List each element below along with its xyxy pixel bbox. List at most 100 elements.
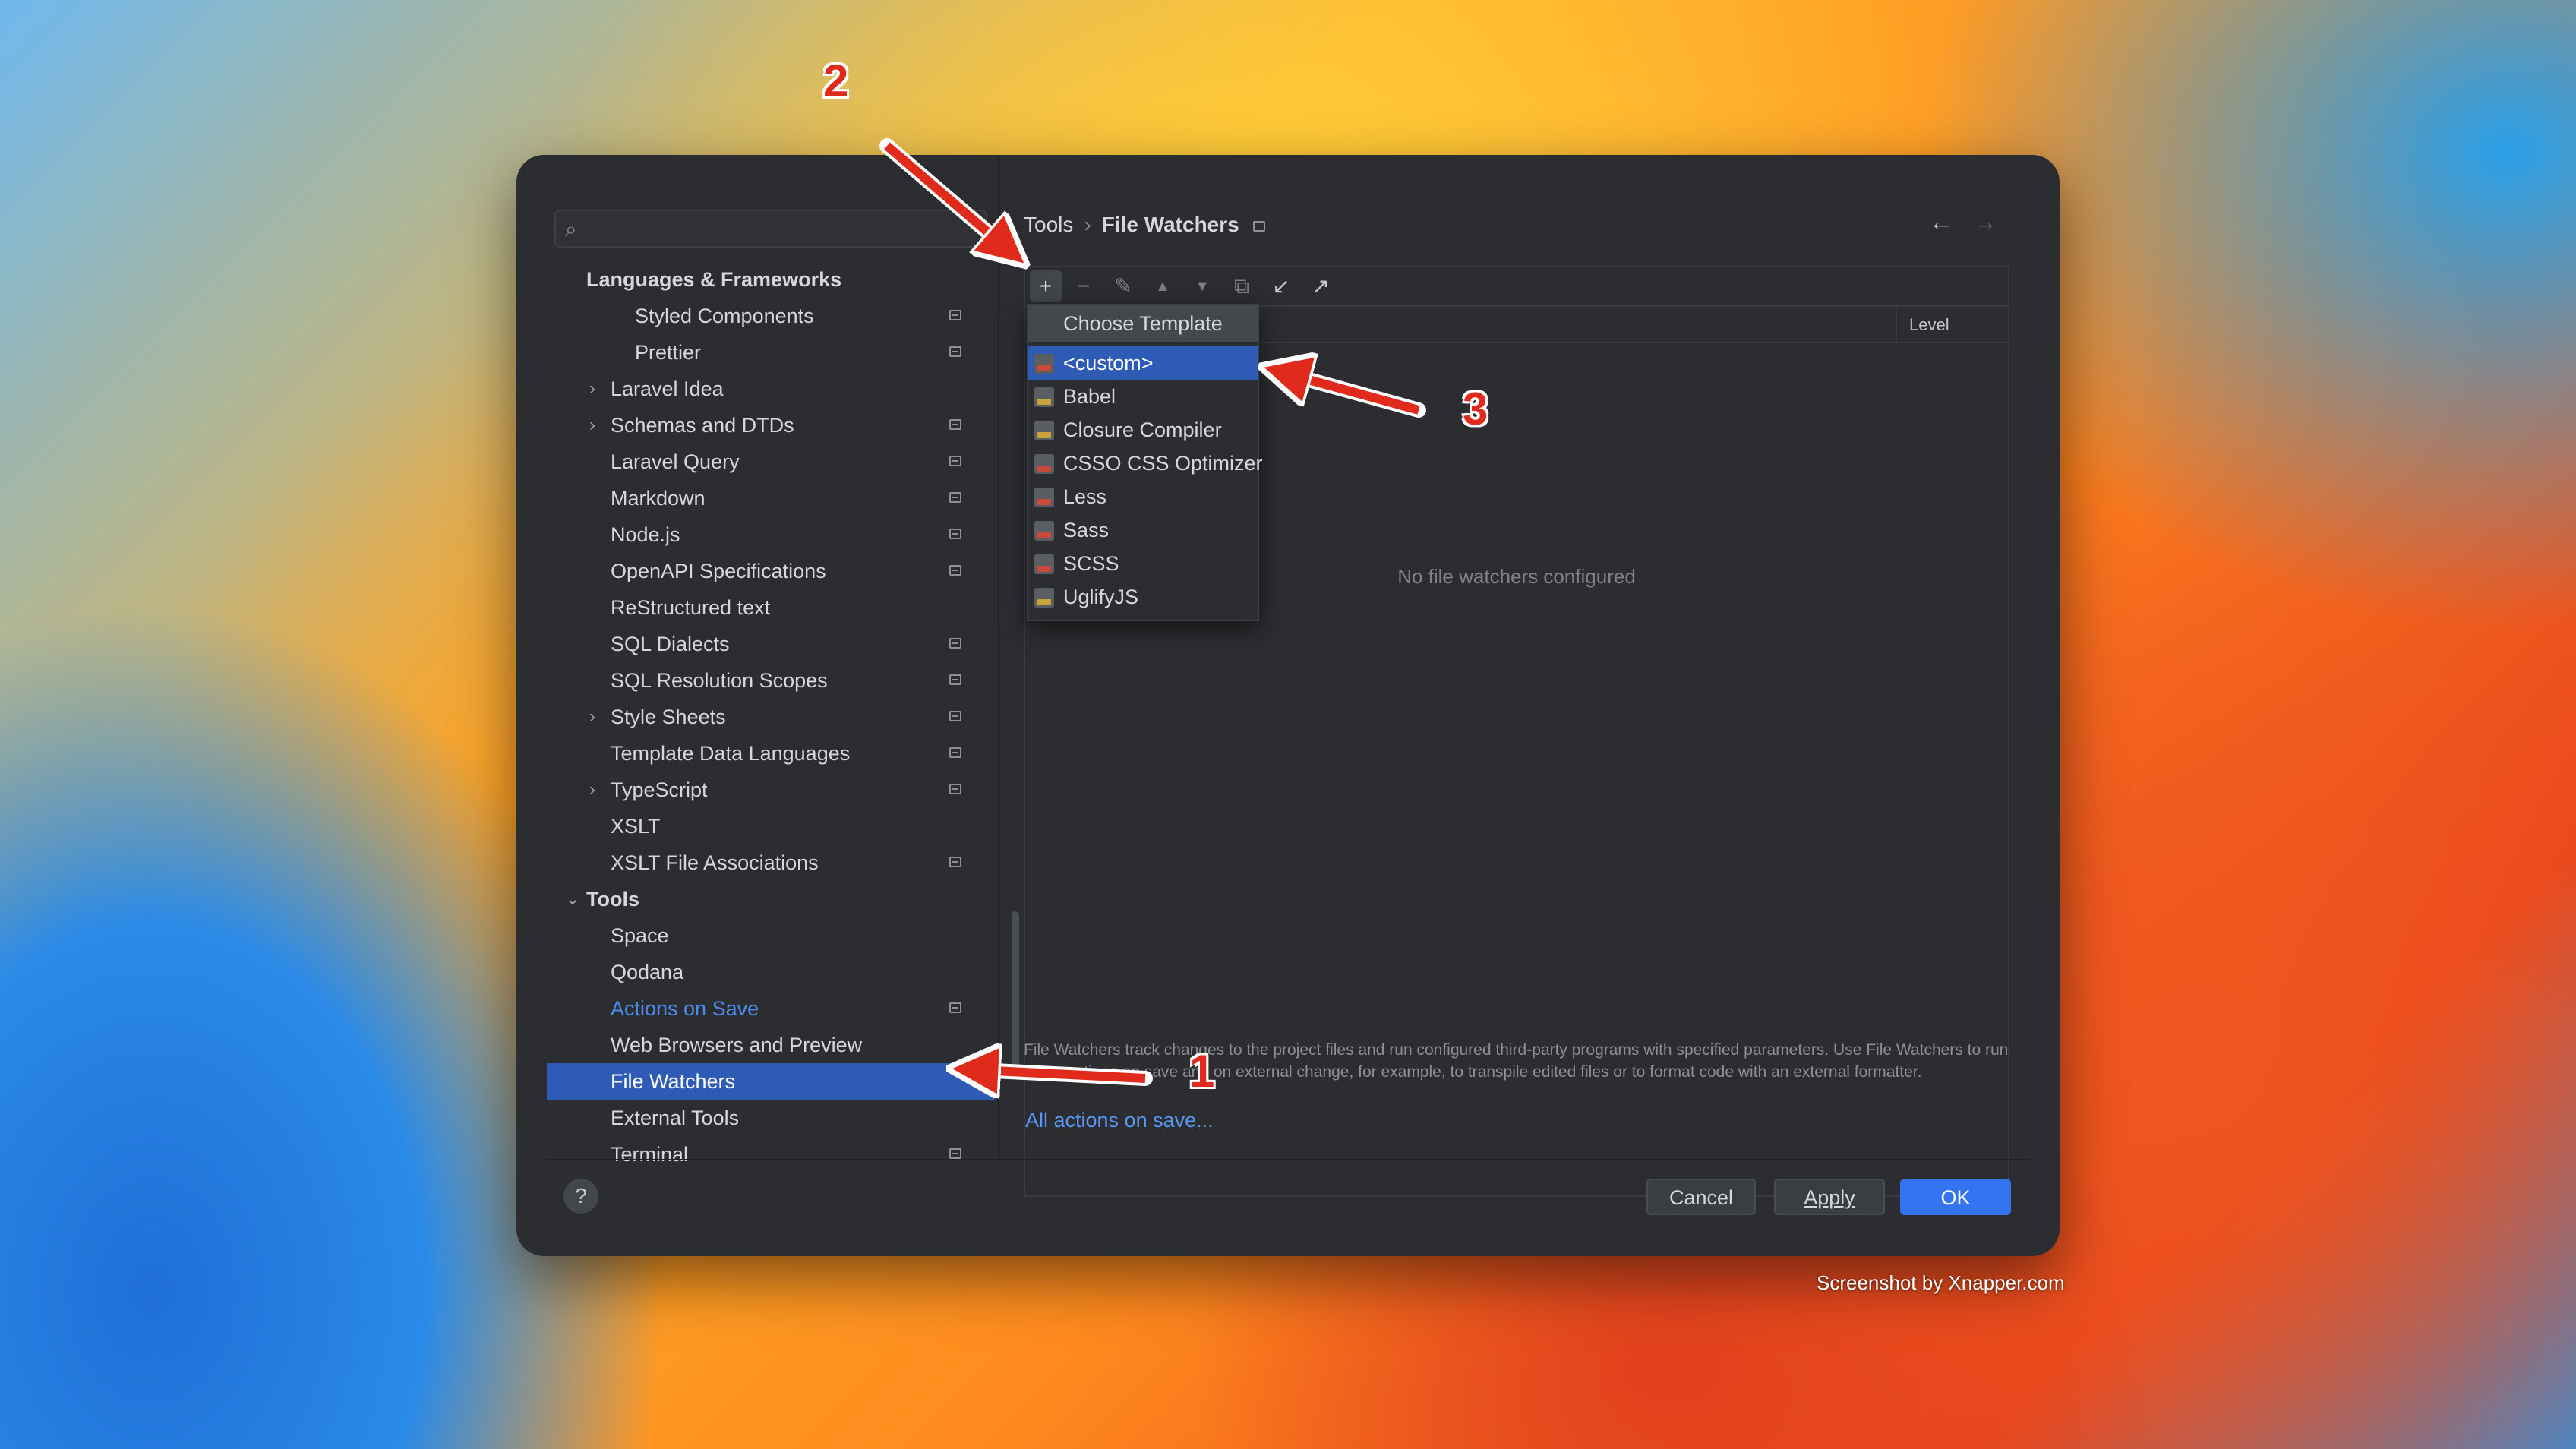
sidebar-item[interactable]: XSLT File Associations — [547, 844, 995, 881]
breadcrumb-parent[interactable]: Tools — [1024, 213, 1073, 236]
sidebar-item[interactable]: Space — [547, 917, 995, 954]
settings-tree: Languages & Frameworks Styled Components P… — [547, 261, 995, 1173]
help-button[interactable]: ? — [564, 1179, 598, 1214]
sidebar-item-label: XSLT File Associations — [611, 851, 819, 874]
export-button[interactable]: ↗ — [1305, 270, 1337, 302]
copy-watcher-button[interactable]: ⧉ — [1226, 270, 1258, 302]
pin-icon — [949, 419, 961, 430]
pin-icon — [949, 638, 961, 649]
ok-button[interactable]: OK — [1900, 1179, 2011, 1215]
sidebar-item[interactable]: Prettier — [547, 334, 995, 371]
sidebar-item[interactable]: Actions on Save — [547, 990, 995, 1027]
sidebar-item-label: SQL Resolution Scopes — [611, 669, 828, 692]
sidebar-item-label: External Tools — [611, 1106, 740, 1129]
forward-arrow-icon[interactable]: → — [1973, 208, 1997, 235]
apply-button[interactable]: Apply — [1774, 1179, 1885, 1215]
sidebar-item[interactable]: OpenAPI Specifications — [547, 553, 995, 589]
choose-template-popup: Choose Template <custom> Babel Closure Com… — [1027, 304, 1263, 621]
move-down-button[interactable]: ▼ — [1186, 270, 1218, 302]
panel-divider — [998, 155, 999, 1160]
sidebar-item[interactable]: File Watchers — [547, 1063, 995, 1100]
pin-icon — [949, 857, 961, 867]
chevron-right-icon[interactable]: › — [589, 772, 595, 808]
footer-divider — [547, 1159, 2029, 1160]
pin-icon — [949, 711, 961, 721]
level-column-header[interactable]: Level — [1896, 307, 1949, 343]
description-text: File Watchers track changes to the proje… — [1024, 1041, 2009, 1081]
sidebar-item[interactable]: Markdown — [547, 480, 995, 516]
move-up-button[interactable]: ▲ — [1147, 270, 1179, 302]
sidebar-item[interactable]: › Schemas and DTDs — [547, 407, 995, 444]
settings-sidebar: ⌕ Languages & Frameworks Styled Component… — [547, 197, 1019, 1166]
sidebar-item-label: SQL Dialects — [611, 633, 730, 655]
sidebar-item[interactable]: XSLT — [547, 808, 995, 844]
settings-dialog: ⌕ Languages & Frameworks Styled Component… — [516, 155, 2060, 1256]
pin-icon — [949, 346, 961, 357]
chevron-right-icon[interactable]: › — [589, 699, 595, 735]
pin-icon — [949, 492, 961, 503]
breadcrumb-separator: › — [1084, 213, 1091, 236]
sass-file-icon — [1034, 554, 1054, 574]
sidebar-item[interactable]: ReStructured text — [547, 589, 995, 626]
pin-icon — [1252, 220, 1265, 232]
add-watcher-button[interactable]: + — [1030, 270, 1062, 302]
sidebar-item[interactable]: External Tools — [547, 1100, 995, 1136]
sidebar-item-label: Terminal — [611, 1143, 689, 1166]
template-item[interactable]: Closure Compiler — [1028, 413, 1258, 447]
annotation-number-1: 1 — [1189, 1046, 1215, 1097]
sidebar-item[interactable]: Laravel Query — [547, 444, 995, 480]
sidebar-item[interactable]: Languages & Frameworks — [547, 261, 995, 298]
sidebar-item[interactable]: ⌄ Tools — [547, 881, 995, 917]
sass-file-icon — [1034, 521, 1054, 541]
sidebar-item-label: Laravel Query — [611, 450, 740, 473]
chevron-right-icon[interactable]: › — [589, 407, 595, 444]
pin-icon — [949, 1002, 961, 1013]
cancel-button[interactable]: Cancel — [1646, 1179, 1756, 1215]
sidebar-item-label: Tools — [586, 888, 639, 911]
sidebar-item-label: Template Data Languages — [611, 742, 851, 765]
sidebar-item[interactable]: Node.js — [547, 516, 995, 553]
sidebar-item[interactable]: Qodana — [547, 954, 995, 990]
sidebar-item[interactable]: SQL Dialects — [547, 626, 995, 662]
import-button[interactable]: ↙ — [1265, 270, 1297, 302]
template-item[interactable]: Less — [1028, 480, 1258, 513]
sidebar-item[interactable]: › TypeScript — [547, 772, 995, 808]
template-item[interactable]: CSSO CSS Optimizer — [1028, 447, 1263, 480]
annotation-number-2: 2 — [823, 55, 849, 106]
back-arrow-icon[interactable]: ← — [1929, 208, 1953, 235]
remove-watcher-button[interactable]: − — [1068, 270, 1100, 302]
template-item[interactable]: Sass — [1028, 513, 1258, 547]
settings-search-input[interactable]: ⌕ — [554, 210, 987, 248]
edit-watcher-button[interactable]: ✎ — [1107, 270, 1139, 302]
popup-title: Choose Template — [1028, 305, 1258, 342]
template-item-label: Babel — [1063, 385, 1116, 408]
sidebar-item-label: Markdown — [611, 487, 706, 510]
sidebar-scrollbar[interactable] — [1012, 911, 1019, 1071]
sidebar-item[interactable]: Template Data Languages — [547, 735, 995, 772]
sidebar-item[interactable]: SQL Resolution Scopes — [547, 662, 995, 699]
js-file-icon — [1034, 387, 1054, 407]
sidebar-item-label: Actions on Save — [611, 997, 759, 1020]
template-item[interactable]: <custom> — [1028, 346, 1258, 380]
sidebar-item-label: TypeScript — [611, 778, 708, 801]
sidebar-item-label: ReStructured text — [611, 596, 771, 619]
sidebar-item[interactable]: Web Browsers and Preview — [547, 1027, 995, 1063]
template-item[interactable]: UglifyJS — [1028, 580, 1258, 614]
sidebar-item[interactable]: › Style Sheets — [547, 699, 995, 735]
chevron-right-icon[interactable]: › — [589, 371, 595, 407]
sidebar-item-label: File Watchers — [611, 1070, 736, 1093]
watermark-text: Screenshot by Xnapper.com — [1817, 1271, 2065, 1294]
sidebar-item-label: XSLT — [611, 815, 661, 838]
search-icon: ⌕ — [565, 217, 577, 241]
sidebar-item[interactable]: Terminal — [547, 1136, 995, 1173]
sidebar-item[interactable]: › Laravel Idea — [547, 371, 995, 407]
template-item[interactable]: Babel — [1028, 380, 1258, 413]
apply-button-label: Apply — [1804, 1186, 1855, 1209]
sidebar-item-label: Prettier — [635, 341, 702, 364]
sidebar-item[interactable]: Styled Components — [547, 298, 995, 334]
sidebar-item-label: Space — [611, 924, 669, 947]
all-actions-on-save-link[interactable]: All actions on save... — [1025, 1109, 1214, 1132]
template-item[interactable]: SCSS — [1028, 547, 1258, 580]
chevron-down-icon[interactable]: ⌄ — [565, 881, 580, 917]
pin-icon — [949, 1148, 961, 1159]
